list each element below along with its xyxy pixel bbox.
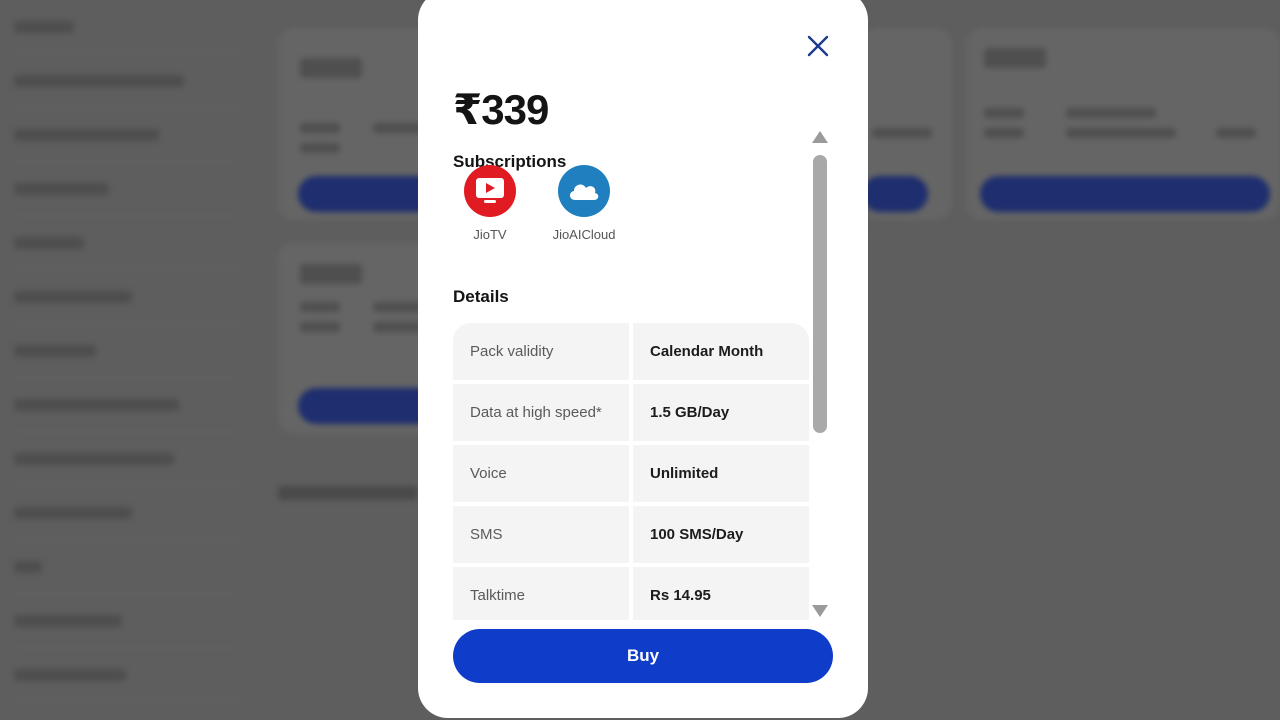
- background-sidebar-item: [14, 54, 240, 108]
- cloud-icon: [569, 184, 599, 200]
- background-sidebar-item: [14, 432, 240, 486]
- detail-row-data: Data at high speed* 1.5 GB/Day: [453, 384, 809, 441]
- detail-row-pack-validity: Pack validity Calendar Month: [453, 323, 809, 380]
- detail-row-sms: SMS 100 SMS/Day: [453, 506, 809, 563]
- background-sidebar-item: [14, 216, 240, 270]
- background-plan-card: [966, 28, 1280, 220]
- detail-label: Talktime: [453, 567, 629, 620]
- jioaicloud-logo: [558, 165, 610, 217]
- subscription-name: JioTV: [473, 227, 507, 242]
- background-sidebar: [0, 0, 240, 720]
- scroll-down-arrow-icon[interactable]: [812, 605, 828, 617]
- buy-button[interactable]: Buy: [453, 629, 833, 683]
- details-table: Pack validity Calendar Month Data at hig…: [453, 323, 809, 620]
- subscriptions-list: JioTV JioAICloud: [453, 165, 641, 242]
- subscription-jioaicloud[interactable]: JioAICloud: [547, 165, 621, 242]
- detail-row-talktime: Talktime Rs 14.95: [453, 567, 809, 620]
- details-title: Details: [453, 287, 509, 306]
- background-sidebar-item: [14, 540, 240, 594]
- detail-value: 1.5 GB/Day: [633, 384, 809, 441]
- background-sidebar-item: [14, 648, 240, 702]
- subscription-name: JioAICloud: [552, 227, 616, 242]
- plan-details-modal: ₹339 Subscriptions JioTV JioAICloud Deta…: [418, 0, 868, 718]
- scroll-up-arrow-icon[interactable]: [812, 131, 828, 143]
- background-sidebar-item: [14, 594, 240, 648]
- subscription-jiotv[interactable]: JioTV: [453, 165, 527, 242]
- plan-details-scroll-area[interactable]: Subscriptions JioTV JioAICloud Details P…: [453, 150, 815, 620]
- detail-label: Data at high speed*: [453, 384, 629, 441]
- details-scrollbar[interactable]: [808, 131, 832, 617]
- background-sidebar-item: [14, 486, 240, 540]
- plan-price: ₹339: [453, 86, 549, 133]
- detail-value: 100 SMS/Day: [633, 506, 809, 563]
- detail-label: Voice: [453, 445, 629, 502]
- close-button[interactable]: [804, 32, 832, 60]
- scrollbar-thumb[interactable]: [813, 155, 827, 433]
- jiotv-logo: [464, 165, 516, 217]
- background-section-heading: [278, 486, 418, 500]
- detail-row-voice: Voice Unlimited: [453, 445, 809, 502]
- background-plan-card: [862, 28, 952, 220]
- background-sidebar-item: [14, 378, 240, 432]
- background-sidebar-item: [14, 324, 240, 378]
- detail-label: SMS: [453, 506, 629, 563]
- close-icon: [807, 35, 829, 57]
- detail-label: Pack validity: [453, 323, 629, 380]
- background-sidebar-item: [14, 162, 240, 216]
- detail-value: Rs 14.95: [633, 567, 809, 620]
- tv-play-icon: [476, 178, 504, 203]
- detail-value: Calendar Month: [633, 323, 809, 380]
- background-sidebar-item: [14, 0, 240, 54]
- detail-value: Unlimited: [633, 445, 809, 502]
- background-sidebar-item: [14, 270, 240, 324]
- background-sidebar-item: [14, 108, 240, 162]
